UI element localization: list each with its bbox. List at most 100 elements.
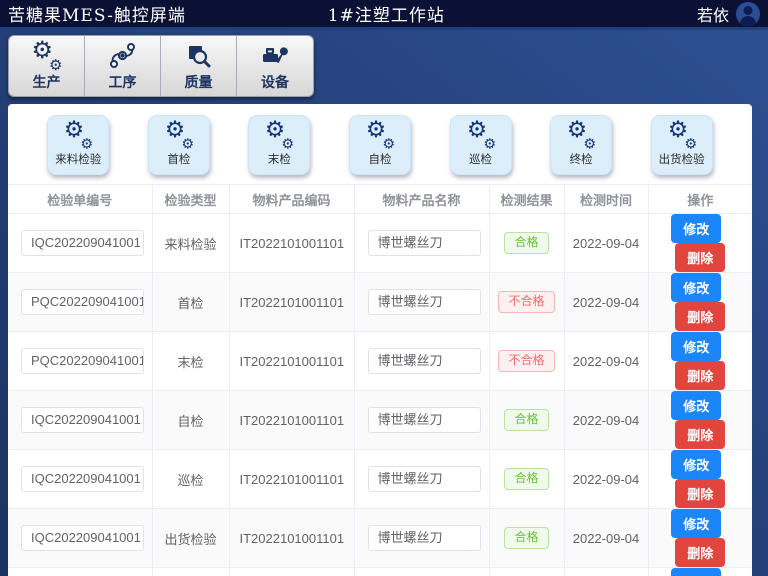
edit-button[interactable]: 修改 <box>671 214 721 243</box>
quality-search-icon <box>186 41 212 71</box>
button-self-inspection[interactable]: ⚙⚙ 自检 <box>349 115 411 175</box>
table-header-row: 检验单编号 检验类型 物料产品编码 物料产品名称 检测结果 检测时间 操作 <box>8 185 752 214</box>
gears-icon: ⚙⚙ <box>466 121 495 150</box>
app-title: 苦糖果MES-触控屏端 <box>8 1 186 26</box>
actions-cell: 修改删除 <box>648 568 752 576</box>
gears-icon: ⚙⚙ <box>32 41 62 71</box>
delete-button[interactable]: 删除 <box>675 243 725 272</box>
delete-button[interactable]: 删除 <box>675 479 725 508</box>
header-material-code: 物料产品编码 <box>229 185 354 214</box>
edit-button[interactable]: 修改 <box>671 450 721 479</box>
result-cell: 合格 <box>489 509 564 568</box>
edit-button[interactable]: 修改 <box>671 568 721 576</box>
result-badge: 不合格 <box>498 350 554 371</box>
material-name-cell: 博世螺丝刀 <box>354 568 489 576</box>
date-cell: 2022-09-04 <box>564 273 648 332</box>
button-label: 终检 <box>570 151 593 167</box>
result-cell: 合格 <box>489 450 564 509</box>
tab-label: 质量 <box>185 72 213 92</box>
date-cell: 2022-09-04 <box>564 332 648 391</box>
tab-production[interactable]: ⚙⚙ 生产 <box>9 36 85 96</box>
material-code-cell: IT2022101001101 <box>229 509 354 568</box>
inspection-no-cell: PQC202209041001 <box>8 332 152 391</box>
inspection-type-cell: 出货检验 <box>152 509 229 568</box>
inspection-no-cell: IQC202209041001 <box>8 450 152 509</box>
button-label: 出货检验 <box>659 151 705 167</box>
main-toolbar: ⚙⚙ 生产 工序 质量 <box>8 35 314 97</box>
button-label: 末检 <box>268 151 291 167</box>
process-flow-icon <box>109 41 137 71</box>
inspection-type-cell: 首检 <box>152 273 229 332</box>
inspection-type-cell: 出货检验 <box>152 568 229 576</box>
button-patrol-inspection[interactable]: ⚙⚙ 巡检 <box>450 115 512 175</box>
result-badge: 合格 <box>504 409 548 430</box>
actions-cell: 修改删除 <box>648 450 752 509</box>
edit-button[interactable]: 修改 <box>671 391 721 420</box>
actions-cell: 修改删除 <box>648 509 752 568</box>
username: 若依 <box>697 2 729 26</box>
button-last-inspection[interactable]: ⚙⚙ 末检 <box>248 115 310 175</box>
tab-process[interactable]: 工序 <box>85 36 161 96</box>
material-name-cell: 博世螺丝刀 <box>354 391 489 450</box>
date-cell: 2022-09-04 <box>564 509 648 568</box>
actions-cell: 修改删除 <box>648 391 752 450</box>
date-cell: 2022-09-04 <box>564 214 648 273</box>
tab-quality[interactable]: 质量 <box>161 36 237 96</box>
material-name-value: 博世螺丝刀 <box>368 407 481 433</box>
material-name-value: 博世螺丝刀 <box>368 289 481 315</box>
table-row: IQC202209041001来料检验IT2022101001101博世螺丝刀合… <box>8 214 752 273</box>
top-bar: 苦糖果MES-触控屏端 1#注塑工作站 若依 <box>0 0 768 30</box>
edit-button[interactable]: 修改 <box>671 509 721 538</box>
result-badge: 合格 <box>504 468 548 489</box>
header-actions: 操作 <box>648 185 752 214</box>
material-name-value: 博世螺丝刀 <box>368 525 481 551</box>
inspection-no-cell: IQC202209041001 <box>8 391 152 450</box>
user-avatar-icon[interactable] <box>736 2 760 26</box>
button-final-inspection[interactable]: ⚙⚙ 终检 <box>550 115 612 175</box>
table-row: IQC202209041001出货检验IT2022101001101博世螺丝刀合… <box>8 568 752 576</box>
material-name-value: 博世螺丝刀 <box>368 230 481 256</box>
delete-button[interactable]: 删除 <box>675 538 725 567</box>
result-cell: 合格 <box>489 391 564 450</box>
material-name-cell: 博世螺丝刀 <box>354 273 489 332</box>
user-menu[interactable]: 若依 <box>697 2 760 26</box>
edit-button[interactable]: 修改 <box>671 332 721 361</box>
material-code-cell: IT2022101001101 <box>229 332 354 391</box>
material-code-cell: IT2022101001101 <box>229 214 354 273</box>
material-name-cell: 博世螺丝刀 <box>354 214 489 273</box>
delete-button[interactable]: 删除 <box>675 420 725 449</box>
result-cell: 不合格 <box>489 273 564 332</box>
button-label: 自检 <box>368 151 391 167</box>
material-name-cell: 博世螺丝刀 <box>354 509 489 568</box>
inspection-table: 检验单编号 检验类型 物料产品编码 物料产品名称 检测结果 检测时间 操作 IQ… <box>8 184 752 576</box>
actions-cell: 修改删除 <box>648 273 752 332</box>
gears-icon: ⚙⚙ <box>165 121 194 150</box>
inspection-no-value: IQC202209041001 <box>21 525 144 551</box>
button-first-inspection[interactable]: ⚙⚙ 首检 <box>148 115 210 175</box>
material-name-value: 博世螺丝刀 <box>368 348 481 374</box>
result-badge: 合格 <box>504 232 548 253</box>
delete-button[interactable]: 删除 <box>675 302 725 331</box>
material-name-value: 博世螺丝刀 <box>368 466 481 492</box>
inspection-type-cell: 来料检验 <box>152 214 229 273</box>
header-inspection-no: 检验单编号 <box>8 185 152 214</box>
material-code-cell: IT2022101001101 <box>229 568 354 576</box>
header-date: 检测时间 <box>564 185 648 214</box>
inspection-no-value: IQC202209041001 <box>21 466 144 492</box>
content-panel: ⚙⚙ 来料检验 ⚙⚙ 首检 ⚙⚙ 末检 ⚙⚙ 自检 ⚙⚙ 巡检 ⚙⚙ 终检 ⚙⚙… <box>8 104 752 576</box>
gears-icon: ⚙⚙ <box>366 121 395 150</box>
button-label: 巡检 <box>469 151 492 167</box>
header-material-name: 物料产品名称 <box>354 185 489 214</box>
date-cell: 2022-09-04 <box>564 391 648 450</box>
button-incoming-inspection[interactable]: ⚙⚙ 来料检验 <box>47 115 109 175</box>
delete-button[interactable]: 删除 <box>675 361 725 390</box>
inspection-type-cell: 巡检 <box>152 450 229 509</box>
button-shipment-inspection[interactable]: ⚙⚙ 出货检验 <box>651 115 713 175</box>
result-cell: 合格 <box>489 214 564 273</box>
equipment-icon <box>261 41 289 71</box>
inspection-no-cell: PQC202209041001 <box>8 273 152 332</box>
edit-button[interactable]: 修改 <box>671 273 721 302</box>
gears-icon: ⚙⚙ <box>64 121 93 150</box>
inspection-no-cell: IQC202209041001 <box>8 509 152 568</box>
tab-equipment[interactable]: 设备 <box>237 36 313 96</box>
